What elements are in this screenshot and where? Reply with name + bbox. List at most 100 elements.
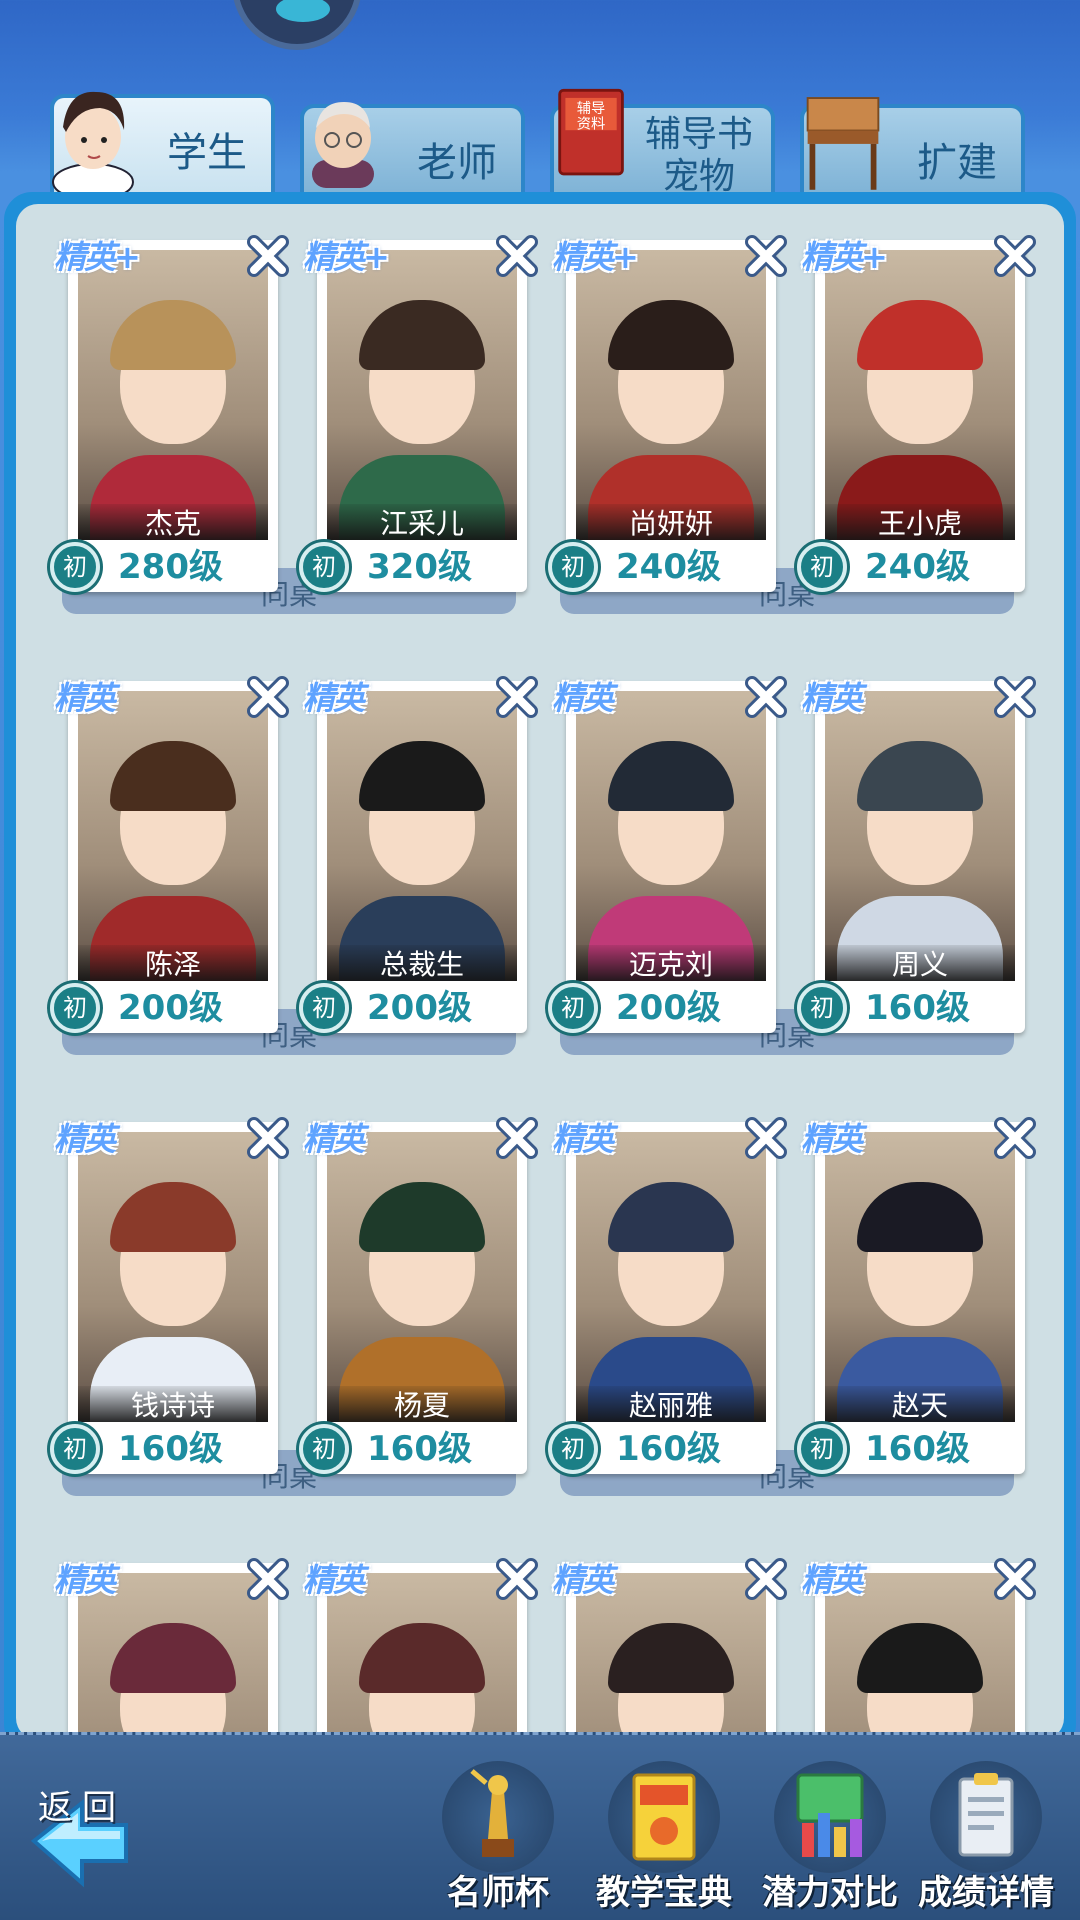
close-icon[interactable] [242,1553,294,1605]
student-name: 杰克 [78,504,268,540]
portrait-hair [608,1182,734,1252]
portrait-hair [110,300,236,370]
student-card[interactable]: 钱诗诗初 160级 精英 [50,1117,289,1474]
student-portrait [78,1132,268,1422]
teacher-avatar-icon [312,102,374,188]
student-portrait [576,250,766,540]
tab-books-line2: 宠物 [662,156,735,197]
rank-badge: 初 [299,983,349,1033]
rank-badge: 初 [548,983,598,1033]
nav-score-details-label: 成绩详情 [918,1873,1054,1913]
back-button-label[interactable]: 返回 [38,1780,148,1830]
close-icon[interactable] [242,1112,294,1164]
student-card[interactable]: 王小虎初 240级 精英+ [797,235,1036,592]
close-icon[interactable] [989,1553,1041,1605]
student-level: 160级 [118,1429,223,1469]
elite-tag: 精英 [801,1561,863,1599]
student-name: 总裁生 [327,945,517,981]
nav-teaching-handbook[interactable]: 教学宝典 [584,1761,744,1913]
report-card-icon [958,1773,1014,1857]
student-portrait [576,1132,766,1422]
elite-tag: 精英 [801,1120,863,1158]
student-name: 赵天 [825,1386,1015,1422]
student-name: 周义 [825,945,1015,981]
tab-expand-label: 扩建 [917,140,997,186]
elite-tag: 精英 [303,679,365,717]
student-card[interactable]: 陈泽初 200级 精英 [50,676,289,1033]
close-icon[interactable] [740,1553,792,1605]
student-name: 尚妍妍 [576,504,766,540]
student-level: 160级 [865,988,970,1028]
close-icon[interactable] [242,230,294,282]
student-card[interactable]: 尚妍妍初 240级 精英+ [548,235,787,592]
student-portrait [78,691,268,981]
student-card[interactable]: 精英 [54,1558,289,1740]
student-panel: 同桌 同桌 同桌 同桌 同桌 同桌 杰克初 280级 精英+ 江采儿初 320级 精英+ 尚妍妍初 240… [4,192,1076,1752]
student-portrait [327,250,517,540]
student-card[interactable]: 总裁生初 200级 精英 [299,676,538,1033]
tab-books-pets-label: 辅导书 宠物 [645,114,753,198]
elite-tag: 精英 [552,679,614,717]
student-card[interactable]: 江采儿初 320级 精英+ [299,235,538,592]
elite-tag: 精英 [303,1561,365,1599]
portrait-hair [110,741,236,811]
close-icon[interactable] [242,671,294,723]
elite-tag: 精英 [303,1120,365,1158]
student-card[interactable]: 赵丽雅初 160级 精英 [548,1117,787,1474]
close-icon[interactable] [989,671,1041,723]
student-card[interactable]: 迈克刘初 200级 精英 [548,676,787,1033]
rank-badge: 初 [548,1424,598,1474]
student-card[interactable]: 杰克初 280级 精英+ [50,235,289,592]
student-card[interactable]: 周义初 160级 精英 [797,676,1036,1033]
tutoring-book-icon: 辅导 资料 [558,88,624,176]
student-card[interactable]: 精英 [303,1558,538,1740]
student-level: 200级 [367,988,472,1028]
close-icon[interactable] [491,230,543,282]
student-name: 钱诗诗 [78,1386,268,1422]
student-level: 240级 [865,547,970,587]
student-level: 240级 [616,547,721,587]
student-name: 迈克刘 [576,945,766,981]
elite-tag: 精英 [801,679,863,717]
tab-teachers[interactable]: 老师 [300,102,525,194]
close-icon[interactable] [740,1112,792,1164]
student-grid[interactable]: 同桌 同桌 同桌 同桌 同桌 同桌 杰克初 280级 精英+ 江采儿初 320级 精英+ 尚妍妍初 240… [16,204,1064,1740]
student-level: 280级 [118,547,223,587]
student-card[interactable]: 杨夏初 160级 精英 [299,1117,538,1474]
nav-potential-compare[interactable]: 潜力对比 [750,1761,910,1913]
student-avatar-icon [52,91,134,194]
portrait-hair [857,1182,983,1252]
bottom-bar: 名师杯 教学宝典 潜力对比 成绩详情 [0,1732,1080,1920]
elite-tag: 精英 [552,1120,614,1158]
book-icon-text-1: 辅导 [577,100,606,117]
student-portrait [327,691,517,981]
elite-tag: 精英 [54,1561,116,1599]
close-icon[interactable] [989,1112,1041,1164]
student-card[interactable]: 赵天初 160级 精英 [797,1117,1036,1474]
student-name: 陈泽 [78,945,268,981]
student-level: 160级 [367,1429,472,1469]
elite-tag: 精英 [552,1561,614,1599]
rank-badge: 初 [50,1424,100,1474]
nav-score-details[interactable]: 成绩详情 [906,1761,1066,1913]
tab-students-label: 学生 [167,130,247,176]
portrait-hair [608,741,734,811]
nav-famous-teacher-cup[interactable]: 名师杯 [418,1761,578,1913]
close-icon[interactable] [740,230,792,282]
rank-badge: 初 [548,542,598,592]
close-icon[interactable] [740,671,792,723]
tab-students[interactable]: 学生 [50,91,275,194]
close-icon[interactable] [491,1553,543,1605]
tab-books-pets[interactable]: 辅导 资料 辅导书 宠物 [550,88,775,197]
portrait-hair [110,1623,236,1693]
student-card[interactable]: 精英 [552,1558,787,1740]
student-card[interactable]: 精英 [801,1558,1036,1740]
close-icon[interactable] [491,1112,543,1164]
tab-expand[interactable]: 扩建 [800,97,1025,194]
close-icon[interactable] [491,671,543,723]
elite-tag: 精英+ [303,238,390,276]
portrait-hair [857,1623,983,1693]
student-level: 160级 [865,1429,970,1469]
student-level: 160级 [616,1429,721,1469]
close-icon[interactable] [989,230,1041,282]
